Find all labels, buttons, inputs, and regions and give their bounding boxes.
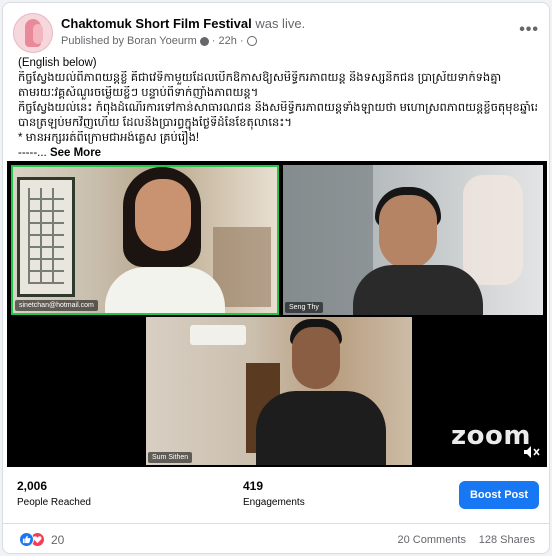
live-video-player[interactable]: sinetchan@hotmail.com Seng Thy Sum Sithe…: [7, 161, 547, 467]
participant-face: [135, 179, 191, 251]
people-reached-label: People Reached: [17, 497, 91, 508]
truncation-dashes: -----...: [18, 147, 47, 159]
zoom-watermark: zoom: [451, 421, 531, 451]
participant-face: [292, 327, 340, 389]
post-text-line: តាមរយៈវគ្គសំណួរចម្លើយខ្លីៗ បន្ទាប់ពីទាក់…: [18, 87, 259, 99]
blurred-background: [463, 175, 523, 285]
participant-name-label: Seng Thy: [285, 302, 323, 313]
engagements-value: 419: [243, 479, 264, 493]
post-meta: Published by Boran Yoeurm · 22h ·: [61, 35, 257, 47]
people-reached-value: 2,006: [17, 479, 48, 493]
shares-count[interactable]: 128 Shares: [479, 534, 535, 546]
participant-shirt: [256, 391, 386, 465]
like-reaction-icon: [19, 532, 34, 547]
see-more-link[interactable]: See More: [50, 147, 101, 159]
post-card: Chaktomuk Short Film Festival was live. …: [2, 2, 550, 554]
speaker-muted-icon[interactable]: [523, 445, 541, 459]
post-insights: 2,006 People Reached 419 Engagements Boo…: [3, 467, 549, 523]
post-text: (English below) កិច្ចស្វែងយល់ពីភាពយន្តខ្…: [18, 56, 537, 161]
post-time[interactable]: · 22h ·: [212, 35, 244, 47]
published-by[interactable]: Published by Boran Yoeurm: [61, 35, 197, 47]
engagements-label: Engagements: [243, 497, 305, 508]
participant-tile: Sum Sithen: [146, 317, 412, 465]
participant-face: [379, 195, 437, 269]
page-avatar[interactable]: [13, 13, 53, 53]
post-text-line: កិច្ចស្វែងយល់នេះ កំពុងដំណើរការទៅកាន់សាធា…: [18, 102, 537, 114]
participant-shirt: [105, 267, 225, 313]
participant-shirt: [353, 265, 483, 315]
boost-post-button[interactable]: Boost Post: [459, 481, 539, 509]
background-air-conditioner: [190, 325, 246, 345]
post-header: Chaktomuk Short Film Festival was live. …: [13, 13, 539, 53]
more-horizontal-icon[interactable]: •••: [519, 21, 539, 39]
page-name-line: Chaktomuk Short Film Festival was live.: [61, 16, 305, 31]
post-footer: 20 20 Comments 128 Shares: [3, 524, 549, 553]
participant-name-label: sinetchan@hotmail.com: [15, 300, 98, 311]
participant-name-label: Sum Sithen: [148, 452, 193, 463]
participant-tile: Seng Thy: [283, 165, 543, 315]
post-text-truncated: -----... See More: [18, 146, 537, 161]
engagements-stat[interactable]: 419 Engagements: [243, 479, 305, 508]
post-text-line: កិច្ចស្វែងយល់ពីភាពយន្តខ្លី គឺជាវេទិកាមួយ…: [18, 72, 502, 84]
reactions-summary[interactable]: 20: [19, 532, 64, 547]
comments-count[interactable]: 20 Comments: [398, 534, 466, 546]
reaction-count: 20: [51, 532, 65, 547]
post-text-line: (English below): [18, 57, 97, 69]
page-name-link[interactable]: Chaktomuk Short Film Festival: [61, 16, 252, 31]
people-reached-stat[interactable]: 2,006 People Reached: [17, 479, 91, 508]
background-door: [17, 177, 75, 297]
globe-icon[interactable]: [246, 36, 257, 46]
avatar-figure-highlight: [33, 24, 43, 44]
participant-figure: [105, 167, 225, 313]
live-status: was live.: [255, 16, 306, 31]
post-text-line: បានត្រឡប់មកវិញហើយ ដែលនឹងប្រារព្ធក្នុងថ្ង…: [18, 117, 292, 129]
location-pin-icon: [199, 36, 209, 46]
participant-tile-active: sinetchan@hotmail.com: [11, 165, 279, 315]
post-text-line: * មានអក្សររត់ពីក្រោមជាអង់គ្លេស គ្រប់រឿង!: [18, 132, 200, 144]
